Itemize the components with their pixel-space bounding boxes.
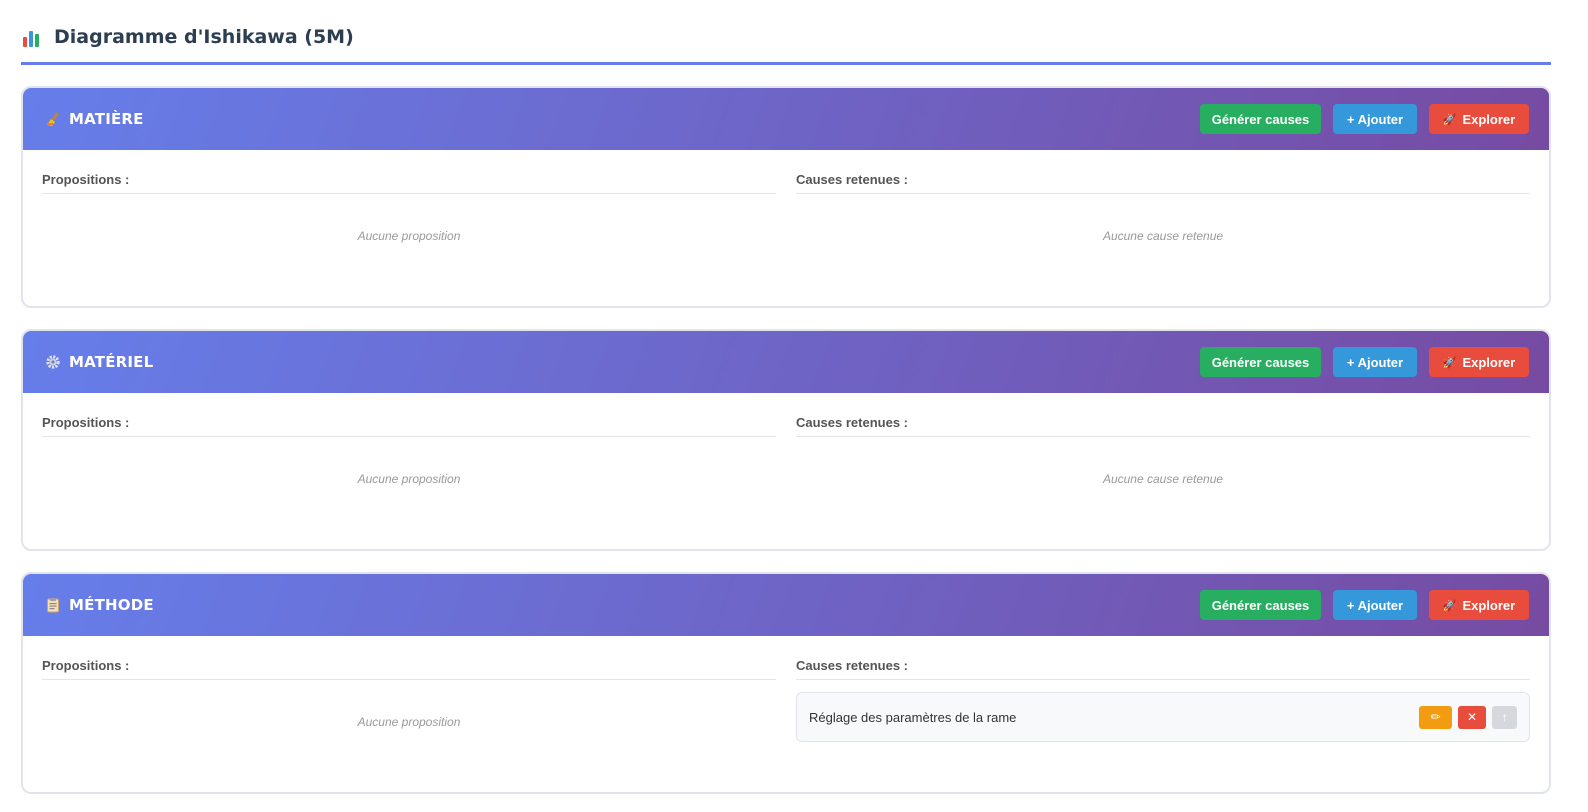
retained-cause-text: Réglage des paramètres de la rame <box>809 709 1017 725</box>
clipboard-icon <box>45 597 61 613</box>
category-methode: MÉTHODE Générer causes + Ajouter 🚀 Explo… <box>21 572 1551 794</box>
empty-propositions-message: Aucune proposition <box>357 715 461 729</box>
explore-button[interactable]: 🚀 Explorer <box>1429 590 1529 620</box>
propositions-label: Propositions : <box>42 150 776 194</box>
propositions-column: Propositions : Aucune proposition <box>42 150 776 243</box>
bar-chart-icon <box>23 27 43 47</box>
add-cause-button[interactable]: + Ajouter <box>1333 590 1417 620</box>
add-cause-button[interactable]: + Ajouter <box>1333 347 1417 377</box>
category-header: MATÉRIEL Générer causes + Ajouter 🚀 Expl… <box>23 331 1549 393</box>
explore-button-label: Explorer <box>1462 597 1516 613</box>
category-title: MATÉRIEL <box>69 353 154 371</box>
page-header: Diagramme d'Ishikawa (5M) <box>21 0 1551 65</box>
category-title: MATIÈRE <box>69 110 144 128</box>
rocket-icon: 🚀 <box>1442 599 1457 612</box>
explore-button[interactable]: 🚀 Explorer <box>1429 104 1529 134</box>
retained-causes-label: Causes retenues : <box>796 393 1530 437</box>
retained-causes-column: Causes retenues : Aucune cause retenue <box>796 150 1530 243</box>
add-cause-button[interactable]: + Ajouter <box>1333 104 1417 134</box>
pencil-icon: ✏ <box>1430 710 1441 724</box>
category-materiel: MATÉRIEL Générer causes + Ajouter 🚀 Expl… <box>21 329 1551 551</box>
close-icon: ✕ <box>1466 710 1478 724</box>
generate-causes-button[interactable]: Générer causes <box>1200 590 1321 620</box>
propositions-label: Propositions : <box>42 636 776 680</box>
empty-retained-message: Aucune cause retenue <box>1102 229 1224 243</box>
broom-icon <box>45 111 61 127</box>
ishikawa-page: Diagramme d'Ishikawa (5M) MATIÈRE Génére… <box>21 0 1551 794</box>
empty-propositions-message: Aucune proposition <box>357 472 461 486</box>
generate-causes-button[interactable]: Générer causes <box>1200 104 1321 134</box>
edit-cause-button[interactable]: ✏ <box>1419 705 1452 729</box>
retained-causes-label: Causes retenues : <box>796 636 1530 680</box>
category-matiere: MATIÈRE Générer causes + Ajouter 🚀 Explo… <box>21 86 1551 308</box>
generate-causes-button[interactable]: Générer causes <box>1200 347 1321 377</box>
delete-cause-button[interactable]: ✕ <box>1458 705 1486 729</box>
page-title: Diagramme d'Ishikawa (5M) <box>54 26 354 48</box>
rocket-icon: 🚀 <box>1442 113 1457 126</box>
arrow-up-icon: ↑ <box>1501 710 1508 724</box>
propositions-column: Propositions : Aucune proposition <box>42 393 776 486</box>
rocket-icon: 🚀 <box>1442 356 1457 369</box>
explore-button-label: Explorer <box>1462 111 1516 127</box>
empty-propositions-message: Aucune proposition <box>357 229 461 243</box>
category-header: MATIÈRE Générer causes + Ajouter 🚀 Explo… <box>23 88 1549 150</box>
move-up-cause-button[interactable]: ↑ <box>1492 705 1517 729</box>
category-header: MÉTHODE Générer causes + Ajouter 🚀 Explo… <box>23 574 1549 636</box>
category-title: MÉTHODE <box>69 596 154 614</box>
propositions-column: Propositions : Aucune proposition <box>42 636 776 742</box>
empty-retained-message: Aucune cause retenue <box>1102 472 1224 486</box>
retained-causes-column: Causes retenues : Réglage des paramètres… <box>796 636 1530 742</box>
gear-icon <box>45 354 61 370</box>
propositions-label: Propositions : <box>42 393 776 437</box>
explore-button-label: Explorer <box>1462 354 1516 370</box>
explore-button[interactable]: 🚀 Explorer <box>1429 347 1529 377</box>
retained-cause-item: Réglage des paramètres de la rame ✏ ✕ ↑ <box>796 692 1530 742</box>
retained-causes-label: Causes retenues : <box>796 150 1530 194</box>
retained-causes-column: Causes retenues : Aucune cause retenue <box>796 393 1530 486</box>
